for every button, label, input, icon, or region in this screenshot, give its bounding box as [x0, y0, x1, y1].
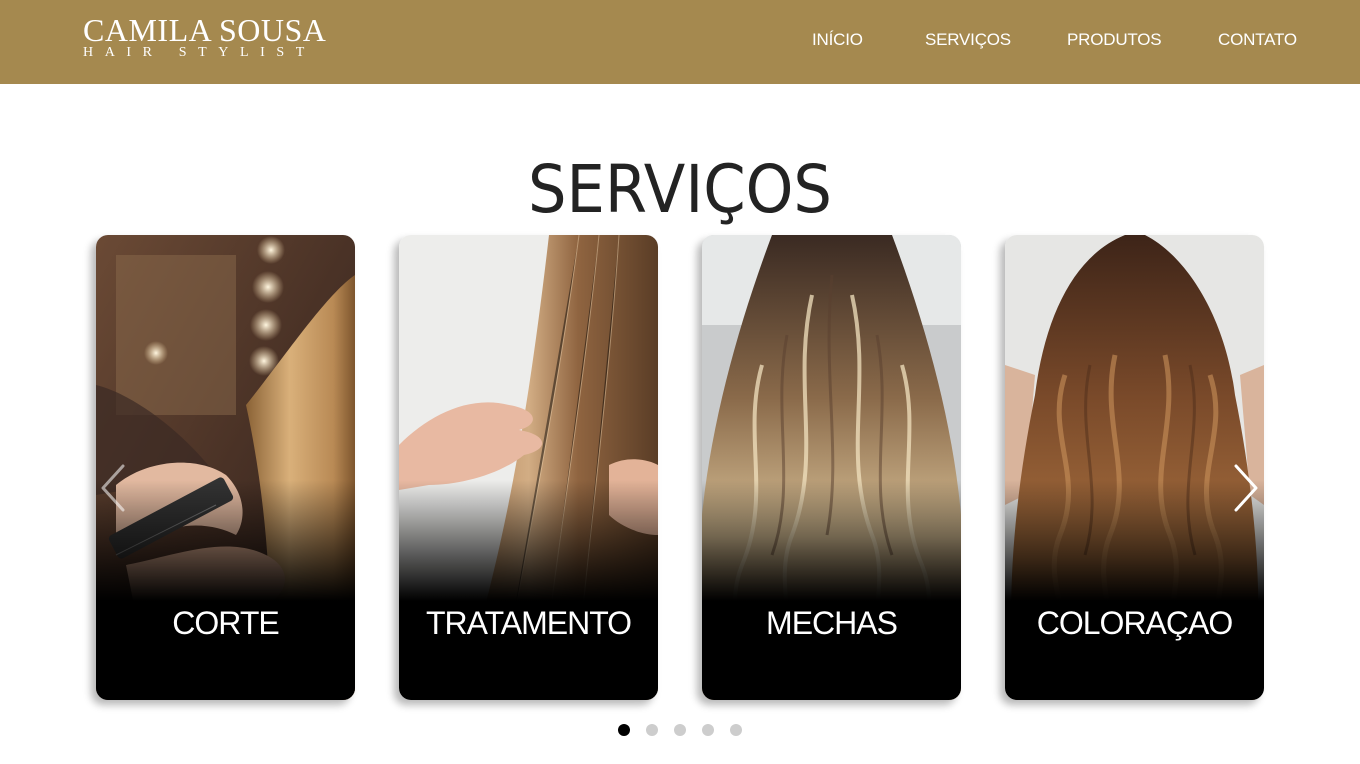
card-overlay: [1005, 480, 1264, 700]
service-card-tratamento[interactable]: TRATAMENTO: [399, 235, 658, 700]
top-navbar: CAMILA SOUSA HAIR STYLIST INÍCIO SERVIÇO…: [0, 0, 1360, 84]
service-card-mechas[interactable]: MECHAS: [702, 235, 961, 700]
nav-link-produtos[interactable]: PRODUTOS: [1067, 30, 1162, 50]
card-label-coloracao: COLORAÇAO: [1036, 605, 1233, 641]
brand-tagline: HAIR STYLIST: [83, 45, 316, 60]
service-card-coloracao[interactable]: COLORAÇAO: [1005, 235, 1264, 700]
pagination-dot-5[interactable]: [730, 724, 742, 736]
card-overlay: [96, 480, 355, 700]
pagination-dot-2[interactable]: [646, 724, 658, 736]
chevron-left-icon: [101, 464, 125, 512]
service-card-corte[interactable]: CORTE: [96, 235, 355, 700]
pagination-dot-4[interactable]: [702, 724, 714, 736]
chevron-right-icon: [1234, 464, 1258, 512]
pagination-dot-1[interactable]: [618, 724, 630, 736]
nav-link-contato[interactable]: CONTATO: [1218, 30, 1297, 50]
nav-link-inicio[interactable]: INÍCIO: [812, 30, 863, 50]
pagination-dot-3[interactable]: [674, 724, 686, 736]
carousel-next-button[interactable]: [1232, 464, 1262, 512]
card-overlay: [702, 480, 961, 700]
carousel-prev-button[interactable]: [99, 464, 129, 512]
section-title: SERVIÇOS: [528, 151, 832, 229]
card-label-tratamento: TRATAMENTO: [425, 605, 632, 641]
nav-link-servicos[interactable]: SERVIÇOS: [925, 30, 1011, 50]
card-label-mechas: MECHAS: [766, 605, 898, 641]
card-label-corte: CORTE: [172, 605, 279, 641]
card-overlay: [399, 480, 658, 700]
brand-logo[interactable]: CAMILA SOUSA HAIR STYLIST: [83, 14, 326, 60]
brand-name: CAMILA SOUSA: [83, 12, 327, 48]
